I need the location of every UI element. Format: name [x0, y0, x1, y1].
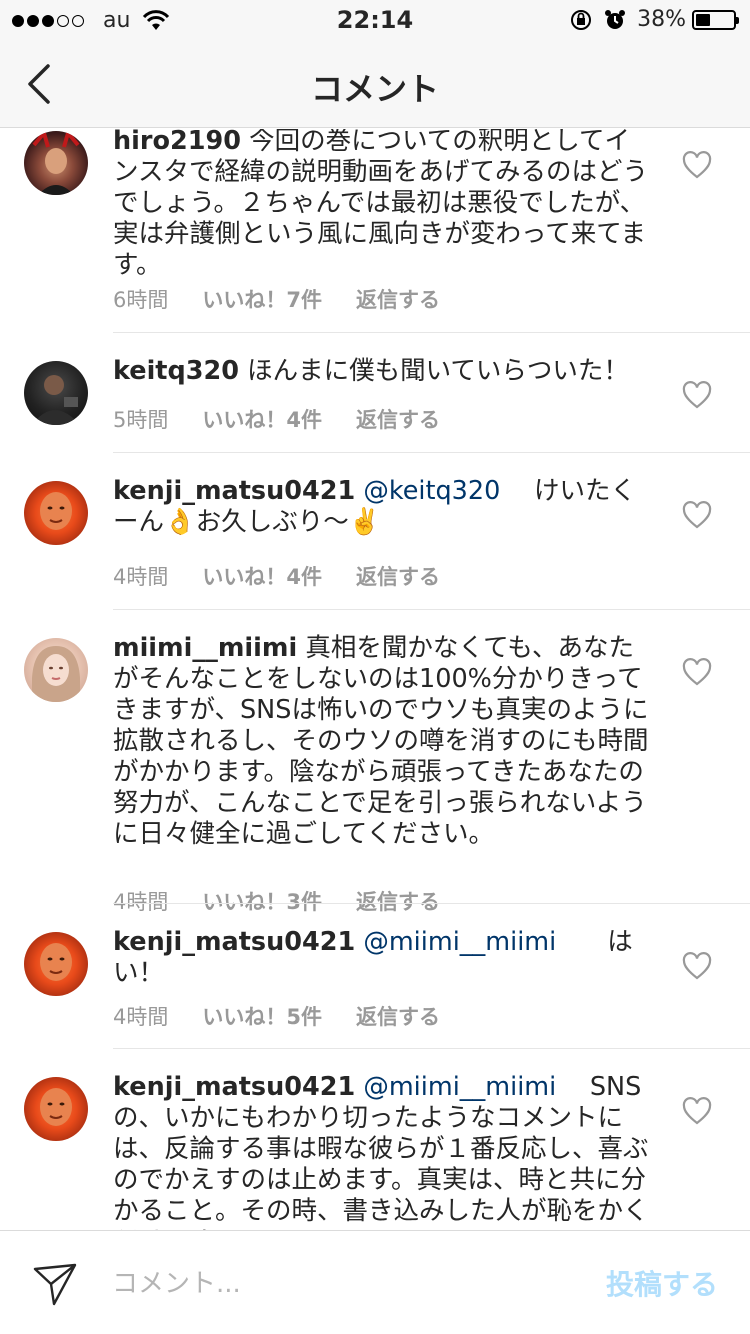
comment-time: 5時間 — [113, 408, 169, 432]
comment-username[interactable]: miimi__miimi — [113, 633, 297, 663]
avatar-image — [40, 1088, 72, 1126]
avatar[interactable] — [24, 1077, 88, 1141]
comment-content: ほんまに僕も聞いていらついた！ — [238, 356, 629, 386]
divider — [113, 452, 750, 453]
comment-time: 6時間 — [113, 288, 169, 312]
comment-username[interactable]: kenji_matsu0421 — [113, 476, 355, 506]
comment-meta: 5時間 いいね！4件 返信する — [113, 404, 474, 434]
comment-text: kenji_matsu0421 @miimi__miimi はい！ — [113, 927, 653, 989]
comment-username[interactable]: kenji_matsu0421 — [113, 927, 355, 957]
likes-count[interactable]: いいね！3件 — [202, 886, 322, 916]
rotation-lock-icon — [571, 9, 592, 30]
battery-icon — [692, 9, 739, 30]
comment-mention[interactable]: @keitq320 — [363, 476, 500, 506]
comment-time: 4時間 — [113, 890, 169, 914]
likes-count[interactable]: いいね！4件 — [202, 561, 322, 591]
comment-time: 4時間 — [113, 565, 169, 589]
comment-text: kenji_matsu0421 @miimi__miimi SNSの、いかにもわ… — [113, 1072, 653, 1230]
avatar[interactable] — [24, 932, 88, 996]
avatar[interactable] — [24, 131, 88, 195]
avatar-image — [40, 943, 72, 981]
comment-username[interactable]: hiro2190 — [113, 129, 241, 156]
comment-meta: 4時間 いいね！4件 返信する — [113, 561, 474, 591]
comment-text: keitq320 ほんまに僕も聞いていらついた！ — [113, 356, 653, 387]
send-icon[interactable] — [32, 1261, 78, 1307]
likes-count[interactable]: いいね！7件 — [202, 284, 322, 314]
divider — [113, 332, 750, 333]
heart-icon[interactable] — [682, 501, 712, 529]
heart-icon[interactable] — [682, 381, 712, 409]
status-right: 38% — [569, 7, 739, 32]
reply-button[interactable]: 返信する — [356, 561, 440, 591]
comment-content: 真相を聞かなくても、あなたがそんなことをしないのは100%分かりきってきますが、… — [113, 633, 649, 849]
heart-icon[interactable] — [682, 151, 712, 179]
avatar[interactable] — [24, 481, 88, 545]
likes-count[interactable]: いいね！4件 — [202, 404, 322, 434]
comment-username[interactable]: kenji_matsu0421 — [113, 1072, 355, 1102]
comment-text: kenji_matsu0421 @keitq320 けいたくーん👌お久しぶり〜✌… — [113, 476, 653, 538]
status-bar: au 22:14 38% — [0, 0, 750, 40]
comment-text: hiro2190 今回の巻についての釈明としてインスタで経緯の説明動画をあげてみ… — [113, 129, 653, 281]
divider — [113, 903, 750, 904]
comment-time: 4時間 — [113, 1005, 169, 1029]
likes-count[interactable]: いいね！5件 — [202, 1001, 322, 1031]
comment-mention[interactable]: @miimi__miimi — [363, 927, 556, 957]
battery-fill — [696, 13, 710, 26]
comment-meta: 6時間 いいね！7件 返信する — [113, 284, 474, 314]
heart-icon[interactable] — [682, 1097, 712, 1125]
battery-percent: 38% — [637, 7, 686, 32]
page-title: コメント — [310, 70, 439, 108]
reply-button[interactable]: 返信する — [356, 1001, 440, 1031]
comment-username[interactable]: keitq320 — [113, 356, 239, 386]
avatar[interactable] — [24, 361, 88, 425]
avatar-image — [32, 646, 80, 702]
comment-meta: 4時間 いいね！5件 返信する — [113, 1001, 474, 1031]
reply-button[interactable]: 返信する — [356, 284, 440, 314]
post-button[interactable]: 投稿する — [606, 1263, 718, 1303]
heart-icon[interactable] — [682, 952, 712, 980]
avatar-image — [40, 492, 72, 530]
heart-icon[interactable] — [682, 658, 712, 686]
comment-mention[interactable]: @miimi__miimi — [363, 1072, 556, 1102]
comment-text: miimi__miimi 真相を聞かなくても、あなたがそんなことをしないのは10… — [113, 633, 653, 850]
reply-button[interactable]: 返信する — [356, 886, 440, 916]
avatar-image — [32, 375, 80, 425]
divider — [113, 609, 750, 610]
comment-meta: 4時間 いいね！3件 返信する — [113, 886, 474, 916]
comment-composer: 投稿する — [0, 1230, 750, 1334]
avatar-image — [32, 131, 80, 195]
divider — [113, 1048, 750, 1049]
avatar[interactable] — [24, 638, 88, 702]
comment-input[interactable] — [112, 1261, 552, 1307]
alarm-icon — [605, 9, 626, 29]
nav-bar: コメント — [0, 40, 750, 128]
reply-button[interactable]: 返信する — [356, 404, 440, 434]
comments-list[interactable]: hiro2190 今回の巻についての釈明としてインスタで経緯の説明動画をあげてみ… — [0, 129, 750, 1230]
